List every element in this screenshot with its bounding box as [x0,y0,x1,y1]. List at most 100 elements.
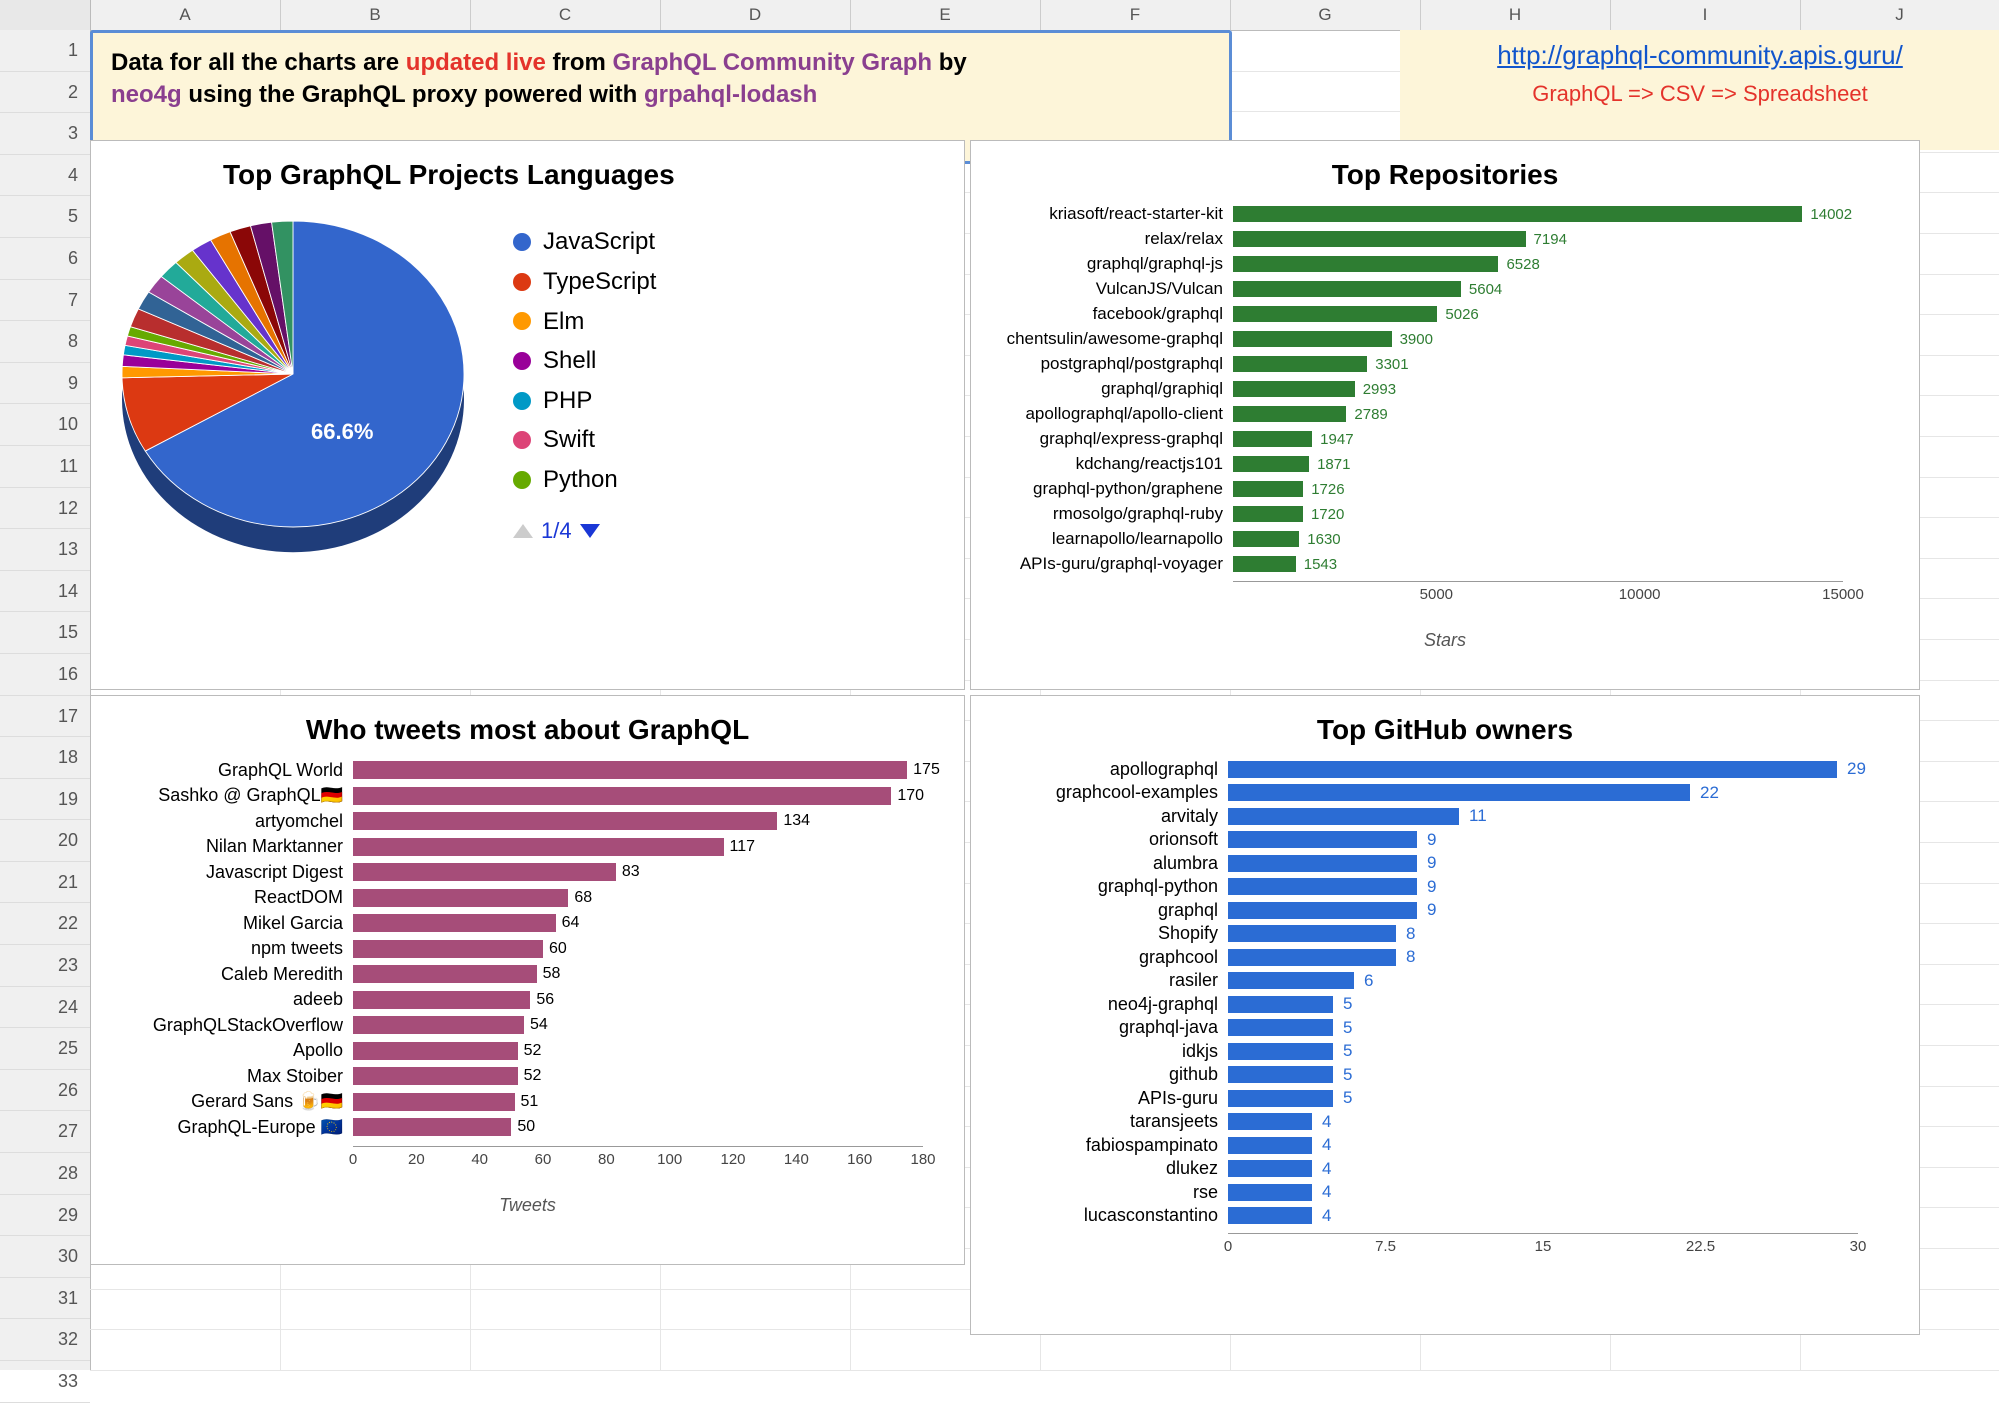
row-header-10[interactable]: 10 [0,404,90,446]
axis-label: Tweets [113,1195,942,1216]
col-header-C[interactable]: C [470,0,661,30]
bar [1228,1184,1312,1201]
row-header-27[interactable]: 27 [0,1111,90,1153]
row-header-4[interactable]: 4 [0,155,90,197]
bar-value: 117 [730,838,756,856]
col-header-F[interactable]: F [1040,0,1231,30]
bar-value: 4 [1322,1112,1331,1132]
row-header-31[interactable]: 31 [0,1278,90,1320]
row-header-16[interactable]: 16 [0,654,90,696]
pager-next-icon[interactable] [580,524,600,538]
row-header-24[interactable]: 24 [0,987,90,1029]
bar-value: 2993 [1363,381,1396,398]
bar-label: rasiler [993,970,1228,991]
bar-value: 1720 [1311,506,1344,523]
spreadsheet-frame: ABCDEFGHIJ 12345678910111213141516171819… [0,0,1999,1370]
column-headers: ABCDEFGHIJ [0,0,1999,31]
community-link[interactable]: http://graphql-community.apis.guru/ [1497,40,1903,70]
row-header-29[interactable]: 29 [0,1195,90,1237]
bar-row: graphql/graphql-js6528 [993,253,1897,275]
row-header-18[interactable]: 18 [0,737,90,779]
col-header-I[interactable]: I [1610,0,1801,30]
row-header-12[interactable]: 12 [0,488,90,530]
bar-row: github5 [993,1064,1897,1087]
col-header-A[interactable]: A [90,0,281,30]
bar-value: 5026 [1445,306,1478,323]
bar-value: 58 [543,965,561,983]
col-header-J[interactable]: J [1800,0,1999,30]
row-header-14[interactable]: 14 [0,571,90,613]
legend-label: JavaScript [543,222,655,262]
bar-row: VulcanJS/Vulcan5604 [993,278,1897,300]
bar-label: Nilan Marktanner [113,836,353,857]
row-header-33[interactable]: 33 [0,1361,90,1403]
bar-value: 54 [530,1016,548,1034]
bar-label: rmosolgo/graphql-ruby [993,504,1233,524]
bar-value: 134 [783,812,810,830]
legend-pager: 1/4 [513,518,656,544]
bar-row: graphql9 [993,899,1897,922]
row-header-9[interactable]: 9 [0,363,90,405]
row-header-20[interactable]: 20 [0,820,90,862]
row-header-19[interactable]: 19 [0,779,90,821]
row-header-28[interactable]: 28 [0,1153,90,1195]
row-header-1[interactable]: 1 [0,30,90,72]
row-header-25[interactable]: 25 [0,1028,90,1070]
bar-row: rmosolgo/graphql-ruby 1720 [993,503,1897,525]
bar-label: graphql-python/graphene [993,479,1233,499]
bar-row: Sashko @ GraphQL🇩🇪170 [113,784,942,809]
bar-label: Apollo [113,1040,353,1061]
row-header-22[interactable]: 22 [0,903,90,945]
bar-label: artyomchel [113,811,353,832]
row-header-2[interactable]: 2 [0,72,90,114]
pager-prev-icon[interactable] [513,524,533,538]
bar-row: dlukez4 [993,1158,1897,1181]
row-header-11[interactable]: 11 [0,446,90,488]
bar [1233,456,1309,472]
axis-tick: 120 [720,1151,745,1168]
bar-row: Shopify8 [993,923,1897,946]
bar-value: 5 [1343,994,1352,1014]
bar-label: arvitaly [993,806,1228,827]
col-header-D[interactable]: D [660,0,851,30]
select-all-corner[interactable] [0,0,91,30]
row-header-23[interactable]: 23 [0,945,90,987]
axis-tick: 0 [349,1151,357,1168]
row-header-13[interactable]: 13 [0,529,90,571]
row-header-21[interactable]: 21 [0,862,90,904]
bar [1228,1066,1333,1083]
row-header-7[interactable]: 7 [0,280,90,322]
row-header-6[interactable]: 6 [0,238,90,280]
row-header-5[interactable]: 5 [0,196,90,238]
row-header-17[interactable]: 17 [0,696,90,738]
bar-row: graphql-python9 [993,876,1897,899]
bar-value: 68 [574,889,592,907]
bar-value: 1630 [1307,531,1340,548]
col-header-H[interactable]: H [1420,0,1611,30]
bar-value: 1947 [1320,431,1353,448]
row-header-15[interactable]: 15 [0,612,90,654]
row-header-3[interactable]: 3 [0,113,90,155]
axis-tick: 140 [784,1151,809,1168]
axis-tick: 80 [598,1151,615,1168]
row-header-26[interactable]: 26 [0,1070,90,1112]
bar [1233,406,1346,422]
bar [353,863,616,881]
axis-tick: 30 [1850,1238,1867,1255]
bar-row: facebook/graphql5026 [993,303,1897,325]
col-header-E[interactable]: E [850,0,1041,30]
row-header-32[interactable]: 32 [0,1319,90,1361]
axis-tick: 180 [910,1151,935,1168]
bar-label: kriasoft/react-starter-kit [993,204,1233,224]
row-header-8[interactable]: 8 [0,321,90,363]
bar-row: kriasoft/react-starter-kit14002 [993,203,1897,225]
col-header-B[interactable]: B [280,0,471,30]
legend-swatch-icon [513,273,531,291]
legend-item: Elm [513,302,656,342]
bar-label: lucasconstantino [993,1205,1228,1226]
bar-label: idkjs [993,1041,1228,1062]
col-header-G[interactable]: G [1230,0,1421,30]
bar-value: 5 [1343,1065,1352,1085]
bar [1228,996,1333,1013]
row-header-30[interactable]: 30 [0,1236,90,1278]
